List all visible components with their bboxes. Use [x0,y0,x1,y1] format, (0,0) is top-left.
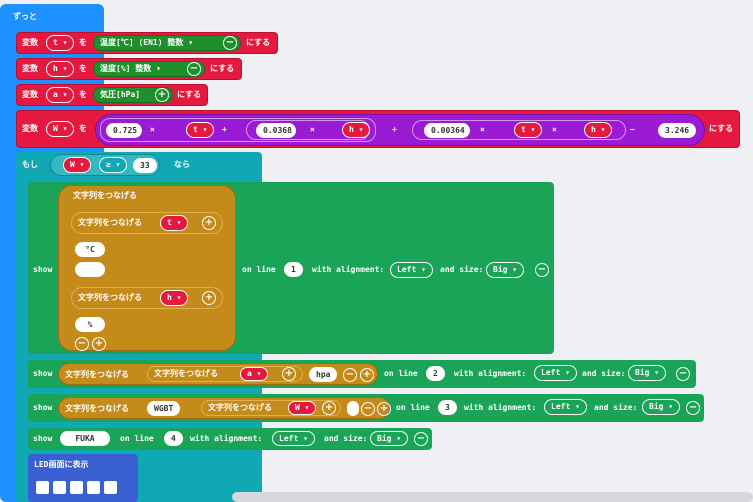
plus-icon[interactable]: + [202,291,216,305]
join-a-inner[interactable]: 文字列をつなげる a ▾ + [147,366,303,382]
join-h[interactable]: 文字列をつなげる h ▾ + [71,287,223,309]
plus-icon[interactable]: + [92,337,106,351]
set-w-block[interactable]: 変数 W ▾ を 0.725 × t ▾ + 0.0368 × h ▾ + 0.… [16,110,740,148]
join-w-inner[interactable]: 文字列をつなげる W ▾ + [201,400,341,416]
minus-icon[interactable]: − [187,62,201,76]
plus-icon[interactable]: + [377,402,391,416]
var-a-show[interactable]: a ▾ [240,367,269,381]
size-dropdown-1[interactable]: Big ▾ [486,262,525,278]
led-cell[interactable] [70,481,83,494]
join-outer-1[interactable]: 文字列をつなげる 文字列をつなげる t ▾ + °C 文字列をつなげる h ▾ … [58,185,236,351]
set-t-block[interactable]: 変数 t ▾ を 温度[℃] (EN1) 整数 ▾ − にする [16,32,278,54]
math-expression[interactable]: 0.725 × t ▾ + 0.0368 × h ▾ + 0.00364 × t… [95,114,705,146]
plus-icon[interactable]: + [360,368,374,382]
var-h-show[interactable]: h ▾ [160,290,189,306]
size-dropdown-4[interactable]: Big ▾ [370,431,409,446]
var-h-ref-2[interactable]: h ▾ [584,122,613,138]
if-label: もし [22,160,38,169]
led-cell[interactable] [104,481,117,494]
var-t-ref-2[interactable]: t ▾ [514,122,543,138]
coef-2[interactable]: 0.0368 [256,123,296,138]
empty-string[interactable] [347,401,359,416]
hpa-string[interactable]: hpa [309,367,338,382]
humidity-sensor-block[interactable]: 湿度[%] 整数 ▾ − [93,61,205,77]
temperature-sensor-block[interactable]: 温度[℃] (EN1) 整数 ▾ − [93,35,241,51]
plus-icon[interactable]: + [282,367,296,381]
var-w-cond[interactable]: W ▾ [63,157,92,173]
led-label: LED画面に表示 [34,460,89,469]
var-h-ref[interactable]: h ▾ [342,122,371,138]
plus-icon[interactable]: + [155,88,169,102]
led-show-block[interactable]: LED画面に表示 [28,454,138,502]
minus-icon[interactable]: − [686,401,700,415]
var-keyword: 変数 [22,38,38,47]
condition-block[interactable]: W ▾ ≥ ▾ 33 [50,154,160,176]
minus-icon[interactable]: − [535,263,549,277]
led-cell[interactable] [36,481,49,494]
var-h-dropdown[interactable]: h ▾ [46,61,75,77]
join-t[interactable]: 文字列をつなげる t ▾ + [71,212,223,234]
minus-icon[interactable]: − [223,36,237,50]
led-cell[interactable] [53,481,66,494]
led-cell[interactable] [87,481,100,494]
threshold-value[interactable]: 33 [133,158,157,173]
compare-op[interactable]: ≥ ▾ [99,157,128,173]
alignment-dropdown-2[interactable]: Left ▾ [534,365,577,381]
var-t-show[interactable]: t ▾ [160,215,189,231]
minus-icon[interactable]: − [676,367,690,381]
var-a-dropdown[interactable]: a ▾ [46,87,75,103]
line-number-3[interactable]: 3 [438,400,457,415]
var-w-dropdown[interactable]: W ▾ [46,121,75,137]
percent-string[interactable]: % [75,317,105,332]
minus-icon[interactable]: − [414,432,428,446]
line-number-2[interactable]: 2 [426,366,445,381]
set-a-block[interactable]: 変数 a ▾ を 気圧[hPa] + にする [16,84,208,106]
deg-string[interactable]: °C [75,242,105,257]
horizontal-scrollbar[interactable] [232,492,753,502]
pressure-sensor-block[interactable]: 気圧[hPa] + [93,87,173,103]
join-a[interactable]: 文字列をつなげる 文字列をつなげる a ▾ + hpa − + [58,363,378,385]
forever-label: ずっと [13,12,37,21]
minus-icon[interactable]: − [75,337,89,351]
line-number-1[interactable]: 1 [284,262,303,277]
var-t-dropdown[interactable]: t ▾ [46,35,75,51]
show-block-1[interactable]: show 文字列をつなげる 文字列をつなげる t ▾ + °C 文字列をつなげる… [28,182,554,354]
show-block-3[interactable]: show 文字列をつなげる WGBT 文字列をつなげる W ▾ + − + on… [28,394,704,422]
alignment-dropdown-4[interactable]: Left ▾ [272,431,315,446]
wgbt-string[interactable]: WGBT [147,401,181,416]
set-h-block[interactable]: 変数 h ▾ を 湿度[%] 整数 ▾ − にする [16,58,242,80]
var-w-show[interactable]: W ▾ [288,401,317,415]
minus-icon[interactable]: − [361,402,375,416]
space-string[interactable] [75,262,105,277]
fuka-string[interactable]: FUKA [60,431,110,446]
size-dropdown-3[interactable]: Big ▾ [642,399,681,415]
alignment-dropdown-1[interactable]: Left ▾ [390,262,433,278]
alignment-dropdown-3[interactable]: Left ▾ [544,399,587,415]
minus-icon[interactable]: − [343,368,357,382]
coef-3[interactable]: 0.00364 [424,123,470,138]
coef-4[interactable]: 3.246 [658,123,696,138]
show-block-4[interactable]: show FUKA on line 4 with alignment: Left… [28,428,432,450]
line-number-4[interactable]: 4 [164,431,183,446]
plus-icon[interactable]: + [202,216,216,230]
size-dropdown-2[interactable]: Big ▾ [628,365,667,381]
plus-icon[interactable]: + [322,401,336,415]
coef-1[interactable]: 0.725 [106,123,142,138]
show-block-2[interactable]: show 文字列をつなげる 文字列をつなげる a ▾ + hpa − + on … [28,360,696,388]
join-wbgt[interactable]: 文字列をつなげる WGBT 文字列をつなげる W ▾ + − + [58,397,391,419]
var-t-ref[interactable]: t ▾ [186,122,215,138]
